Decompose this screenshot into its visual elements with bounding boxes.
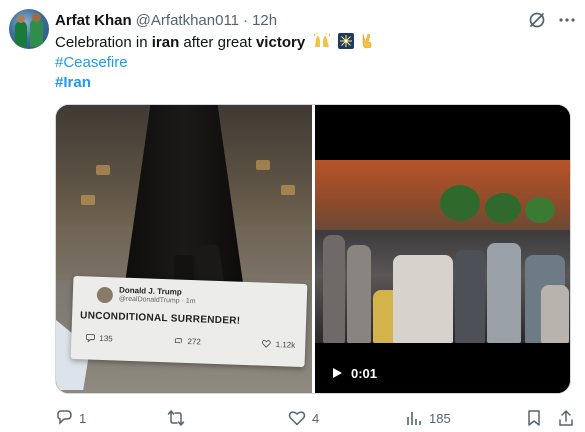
- like-count: 4: [312, 410, 320, 426]
- hashtag-iran[interactable]: #Iran: [55, 73, 575, 93]
- tweet-card[interactable]: Arfat Khan @Arfatkhan011 · 12h Celebrati…: [0, 0, 585, 432]
- author-name[interactable]: Arfat Khan: [55, 12, 132, 29]
- play-icon[interactable]: [331, 367, 343, 379]
- raised-hands-emoji: [313, 33, 331, 47]
- reply-count: 1: [79, 410, 87, 426]
- poster-reposts-count: 272: [187, 336, 202, 346]
- tweet-line-1: Celebration in iran after great victory: [55, 33, 575, 53]
- poster-replies-count: 135: [99, 333, 113, 343]
- fireworks-emoji: [337, 33, 354, 49]
- poster-avatar: [96, 286, 114, 304]
- video-duration: 0:01: [351, 366, 378, 381]
- repost-button[interactable]: [167, 408, 191, 428]
- poster-tweet: Donald J. Trump @realDonaldTrump · 1m UN…: [70, 275, 308, 368]
- views-chart-icon: [407, 412, 421, 425]
- tweet-text: Celebration in iran after great victory …: [55, 33, 575, 93]
- reply-icon: [85, 334, 95, 343]
- text-segment-bold: victory: [255, 34, 306, 51]
- tweet-header: Arfat Khan @Arfatkhan011 · 12h: [55, 10, 277, 30]
- more-options-icon[interactable]: [557, 10, 577, 30]
- bookmark-button[interactable]: [525, 408, 543, 428]
- poster-handle: @realDonaldTrump · 1m: [118, 295, 196, 306]
- media-grid: Donald J. Trump @realDonaldTrump · 1m UN…: [55, 104, 571, 394]
- victory-hand-emoji: [362, 33, 371, 49]
- separator-dot: ·: [243, 11, 249, 29]
- heart-icon: [262, 340, 272, 348]
- reply-icon: [57, 410, 72, 425]
- repost-icon: [167, 410, 185, 426]
- poster-likes: 1.12k: [262, 339, 296, 350]
- repost-icon: [175, 338, 183, 344]
- text-segment-bold: iran: [151, 34, 180, 51]
- text-segment: after great: [179, 34, 256, 51]
- bookmark-icon: [528, 410, 540, 426]
- poster-reposts: 272: [173, 335, 201, 346]
- share-button[interactable]: [557, 408, 575, 428]
- reply-button[interactable]: 1: [55, 408, 86, 428]
- avatar[interactable]: [9, 9, 49, 49]
- views-button[interactable]: 185: [405, 408, 451, 428]
- action-bar: 1 4 185: [55, 408, 577, 428]
- share-icon: [559, 410, 573, 426]
- text-segment: Celebration in: [55, 34, 152, 51]
- poster-stats: 135 272 1.12k: [85, 332, 295, 349]
- grok-icon[interactable]: [527, 10, 547, 30]
- hashtag-ceasefire[interactable]: #Ceasefire: [55, 53, 575, 73]
- poster-likes-count: 1.12k: [275, 339, 296, 350]
- author-handle[interactable]: @Arfatkhan011: [136, 12, 239, 29]
- media-video-right[interactable]: 0:01: [315, 105, 570, 393]
- media-image-left[interactable]: Donald J. Trump @realDonaldTrump · 1m UN…: [56, 105, 312, 393]
- like-button[interactable]: 4: [288, 408, 319, 428]
- timestamp[interactable]: 12h: [252, 12, 277, 29]
- poster-replies: 135: [85, 332, 113, 343]
- poster-text: UNCONDITIONAL SURRENDER!: [79, 310, 241, 327]
- views-count: 185: [429, 410, 451, 426]
- heart-icon: [288, 411, 306, 426]
